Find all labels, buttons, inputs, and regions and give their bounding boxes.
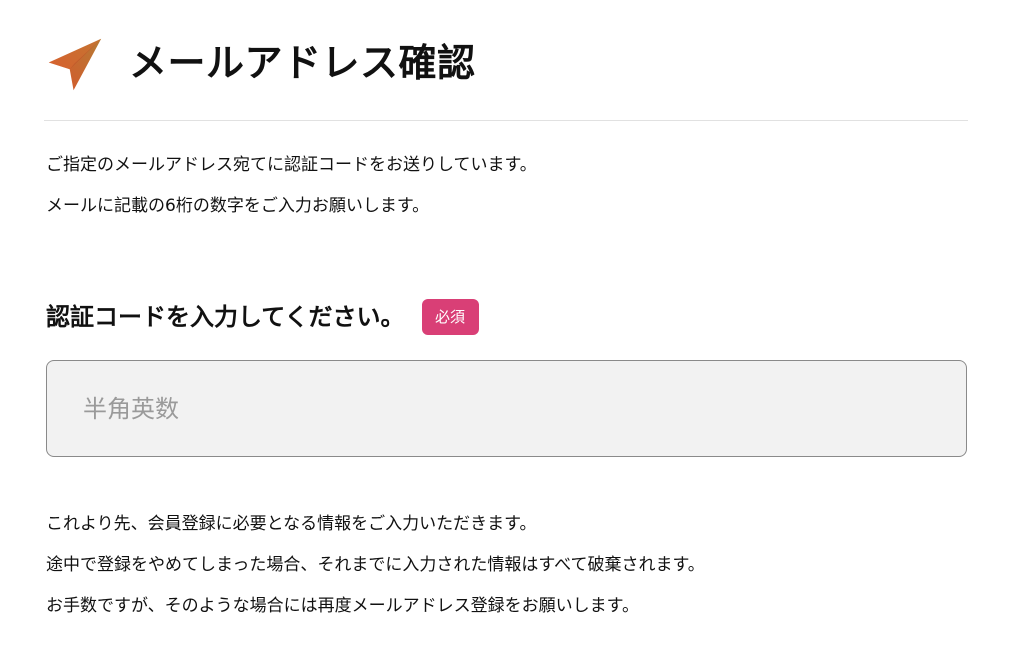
page-title: メールアドレス確認 [129,41,476,85]
verification-code-label-row: 認証コードを入力してください。 必須 [46,298,479,336]
note-line-3: お手数ですが、そのような場合には再度メールアドレス登録をお願いします。 [46,596,639,616]
intro-message: ご指定のメールアドレス宛てに認証コードをお送りしています。 メールに記載の6桁の… [46,154,946,236]
note-line-1: これより先、会員登録に必要となる情報をご入力いただきます。 [46,514,537,534]
verification-code-label: 認証コードを入力してください。 [46,303,405,331]
note-line-2: 途中で登録をやめてしまった場合、それまでに入力された情報はすべて破棄されます。 [46,555,705,575]
page-header: メールアドレス確認 [44,27,968,99]
required-badge: 必須 [421,299,479,335]
email-verification-page: メールアドレス確認 ご指定のメールアドレス宛てに認証コードをお送りしています。 … [0,0,1024,655]
paper-plane-icon [48,38,102,90]
intro-line-1: ご指定のメールアドレス宛てに認証コードをお送りしています。 [46,155,537,175]
registration-notes: これより先、会員登録に必要となる情報をご入力いただきます。 途中で登録をやめてし… [46,513,986,636]
header-divider [44,120,968,121]
intro-line-2: メールに記載の6桁の数字をご入力お願いします。 [46,196,430,216]
verification-code-input[interactable] [46,360,967,457]
